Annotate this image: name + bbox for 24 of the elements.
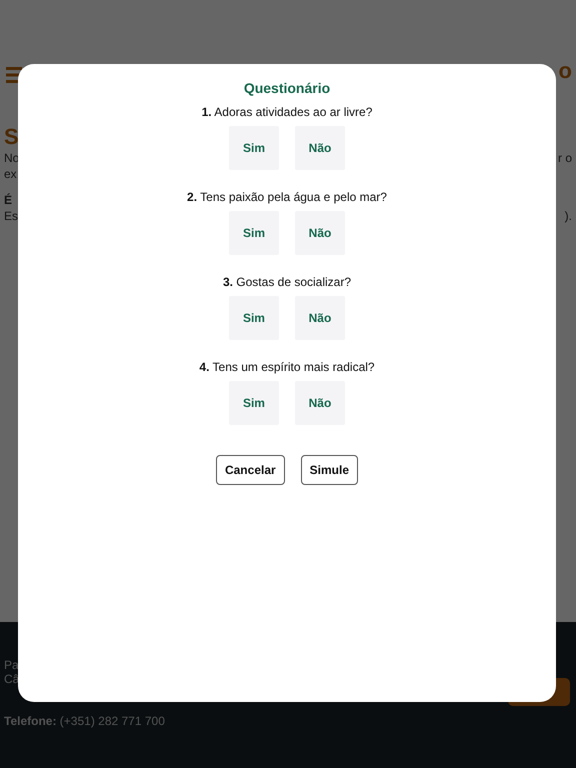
question-text: 3. Gostas de socializar? bbox=[222, 275, 352, 289]
cancel-button[interactable]: Cancelar bbox=[216, 455, 285, 485]
answer-button[interactable]: Sim bbox=[229, 126, 279, 170]
question-text: 4. Tens um espírito mais radical? bbox=[199, 360, 375, 374]
answer-button[interactable]: Não bbox=[295, 211, 345, 255]
question-text: 2. Tens paixão pela água e pelo mar? bbox=[187, 190, 387, 204]
body-text: ex bbox=[4, 166, 17, 182]
body-text: Es bbox=[4, 208, 18, 224]
submit-button[interactable]: Simule bbox=[300, 455, 358, 485]
logo-text: o bbox=[558, 58, 572, 84]
question-text: 1. Adoras atividades ao ar livre? bbox=[202, 105, 372, 119]
phone-text: Telefone: (+351) 282 771 700 bbox=[4, 714, 166, 728]
answer-button[interactable]: Não bbox=[294, 381, 345, 425]
body-text: ). bbox=[564, 208, 572, 224]
footer-text: Pa bbox=[4, 658, 20, 672]
answer-button[interactable]: Não bbox=[295, 126, 345, 170]
section-heading: S bbox=[4, 124, 19, 149]
body-text: r o bbox=[558, 150, 572, 166]
dialog-title: Questionário bbox=[244, 80, 330, 96]
answer-button[interactable]: Sim bbox=[228, 296, 279, 340]
answer-button[interactable]: Não bbox=[294, 296, 345, 340]
answer-button[interactable]: Sim bbox=[228, 381, 279, 425]
subheading-text: É bbox=[4, 192, 12, 208]
answer-button[interactable]: Sim bbox=[229, 211, 279, 255]
